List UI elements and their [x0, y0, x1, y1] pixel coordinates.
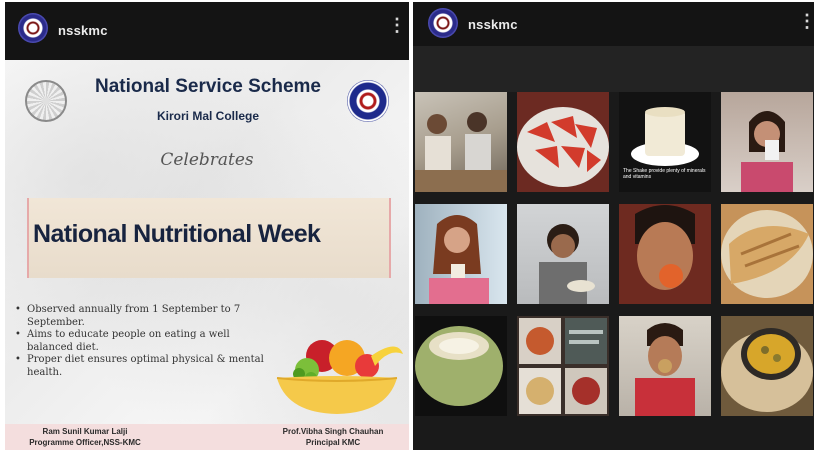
paratha-plate-icon — [721, 210, 813, 298]
post-header: nsskmc ⋮ — [5, 2, 409, 60]
right-post: nsskmc ⋮ The Shake provide plenty of min… — [413, 2, 814, 450]
photo-collage[interactable]: The Shake provide plenty of minerals and… — [413, 92, 814, 422]
event-banner: National Nutritional Week — [27, 198, 391, 278]
poster-title: National Service Scheme — [95, 76, 321, 97]
poster-celebrates: Celebrates — [160, 150, 254, 170]
signature-right: Prof.Vibha Singh Chauhan Principal KMC — [263, 426, 403, 448]
signatory-right-role: Principal KMC — [305, 438, 361, 447]
people-eating-icon — [415, 112, 507, 192]
tile-caption: The Shake provide plenty of minerals and… — [623, 168, 706, 180]
account-avatar[interactable] — [18, 13, 48, 43]
collage-tile[interactable] — [415, 92, 507, 192]
coconut-icon — [415, 326, 503, 406]
fruit-bowl-icon — [276, 340, 403, 414]
person-drinking-icon — [741, 111, 793, 192]
collage-tile[interactable] — [517, 204, 609, 304]
list-item: Aims to educate people on eating a well … — [15, 329, 270, 354]
signature-left: Ram Sunil Kumar Lalji Programme Officer,… — [15, 426, 155, 448]
poster-college: Kirori Mal College — [156, 109, 260, 123]
collage-tile[interactable] — [721, 204, 813, 304]
curry-plate-icon — [721, 328, 813, 412]
account-name[interactable]: nsskmc — [58, 23, 108, 38]
account-name[interactable]: nsskmc — [468, 17, 518, 32]
account-avatar[interactable] — [428, 8, 458, 38]
signatory-left-name: Ram Sunil Kumar Lalji — [42, 427, 128, 436]
college-logo-icon — [25, 80, 67, 122]
collage-tile[interactable] — [721, 92, 813, 192]
post-header: nsskmc ⋮ — [413, 2, 814, 46]
meal-collage-icon — [519, 318, 607, 414]
collage-tile[interactable] — [619, 316, 711, 416]
poster-points: Observed annually from 1 September to 7 … — [15, 304, 270, 379]
poster-footer: Ram Sunil Kumar Lalji Programme Officer,… — [5, 424, 409, 450]
nss-logo-icon — [347, 80, 389, 122]
more-vertical-icon[interactable]: ⋮ — [798, 12, 814, 30]
person-drinking-icon — [429, 215, 489, 304]
spacer — [413, 46, 814, 92]
collage-tile[interactable] — [517, 316, 609, 416]
collage-tile[interactable] — [517, 92, 609, 192]
collage-tile[interactable] — [721, 316, 813, 416]
post-image[interactable]: National Service Scheme Kirori Mal Colle… — [5, 60, 409, 450]
list-item: Observed annually from 1 September to 7 … — [15, 304, 270, 329]
left-post: nsskmc ⋮ National Service Scheme Kirori … — [5, 2, 409, 450]
collage-tile[interactable] — [619, 204, 711, 304]
signatory-left-role: Programme Officer,NSS-KMC — [29, 438, 141, 447]
post-footer — [413, 422, 814, 450]
list-item: Proper diet ensures optimal physical & m… — [15, 354, 270, 379]
collage-tile[interactable]: The Shake provide plenty of minerals and… — [619, 92, 711, 192]
more-vertical-icon[interactable]: ⋮ — [388, 16, 406, 34]
collage-tile[interactable] — [415, 316, 507, 416]
person-eating-icon — [635, 323, 695, 416]
fruit-plate-icon — [517, 107, 609, 187]
event-title: National Nutritional Week — [33, 220, 321, 248]
person-eating-icon — [539, 224, 595, 304]
person-eating-icon — [635, 205, 695, 290]
signatory-right-name: Prof.Vibha Singh Chauhan — [282, 427, 384, 436]
collage-tile[interactable] — [415, 204, 507, 304]
